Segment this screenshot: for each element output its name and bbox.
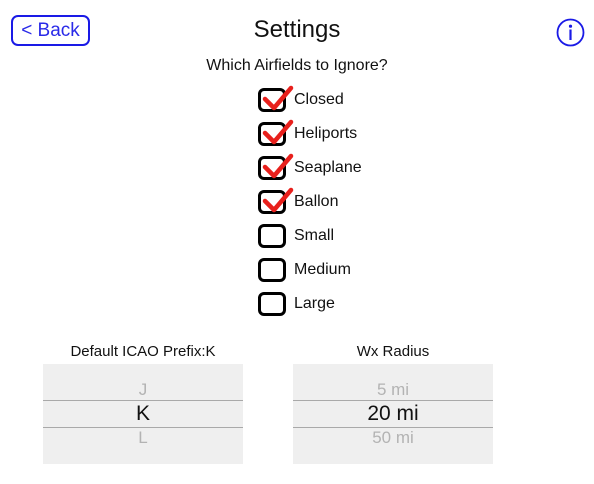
info-button[interactable]: [556, 18, 585, 47]
picker-divider: [293, 400, 493, 401]
option-large[interactable]: Large: [256, 287, 362, 321]
checkbox[interactable]: [258, 119, 294, 146]
option-closed[interactable]: Closed: [256, 83, 362, 117]
ignore-options: Closed Heliports Seaplane Ballon Small M…: [256, 83, 362, 321]
icao-prefix-picker[interactable]: J K L: [43, 364, 243, 464]
icao-prefix-label: Default ICAO Prefix:K: [70, 343, 216, 360]
option-heliports[interactable]: Heliports: [256, 117, 362, 151]
option-label: Medium: [294, 261, 351, 278]
picker-item-selected[interactable]: K: [43, 402, 243, 426]
checkmark-icon: [262, 85, 294, 111]
checkmark-icon: [262, 153, 294, 179]
picker-item-above[interactable]: J: [43, 380, 243, 400]
picker-item-above[interactable]: 5 mi: [293, 380, 493, 400]
option-seaplane[interactable]: Seaplane: [256, 151, 362, 185]
checkbox[interactable]: [258, 187, 294, 214]
wx-radius-picker[interactable]: 5 mi 20 mi 50 mi: [293, 364, 493, 464]
picker-item-selected[interactable]: 20 mi: [293, 402, 493, 426]
option-label: Heliports: [294, 125, 358, 142]
wx-radius-label: Wx Radius: [356, 343, 430, 360]
checkbox[interactable]: [258, 292, 286, 316]
option-label: Large: [294, 295, 335, 312]
option-small[interactable]: Small: [256, 219, 362, 253]
option-label: Small: [294, 227, 335, 244]
picker-fade: [43, 446, 243, 464]
checkmark-icon: [262, 119, 294, 145]
option-medium[interactable]: Medium: [256, 253, 362, 287]
option-label: Ballon: [294, 193, 339, 210]
picker-fade: [293, 446, 493, 464]
option-label: Closed: [294, 91, 344, 108]
option-label: Seaplane: [294, 159, 362, 176]
checkbox[interactable]: [258, 153, 294, 180]
checkmark-icon: [262, 187, 294, 213]
checkbox[interactable]: [258, 258, 286, 282]
picker-divider: [43, 400, 243, 401]
picker-item-below[interactable]: L: [43, 428, 243, 448]
info-circle-icon: [556, 18, 585, 47]
picker-item-below[interactable]: 50 mi: [293, 428, 493, 448]
page-title: Settings: [253, 16, 341, 43]
ignore-question: Which Airfields to Ignore?: [206, 57, 388, 74]
checkbox[interactable]: [258, 85, 294, 112]
option-ballon[interactable]: Ballon: [256, 185, 362, 219]
checkbox[interactable]: [258, 224, 286, 248]
